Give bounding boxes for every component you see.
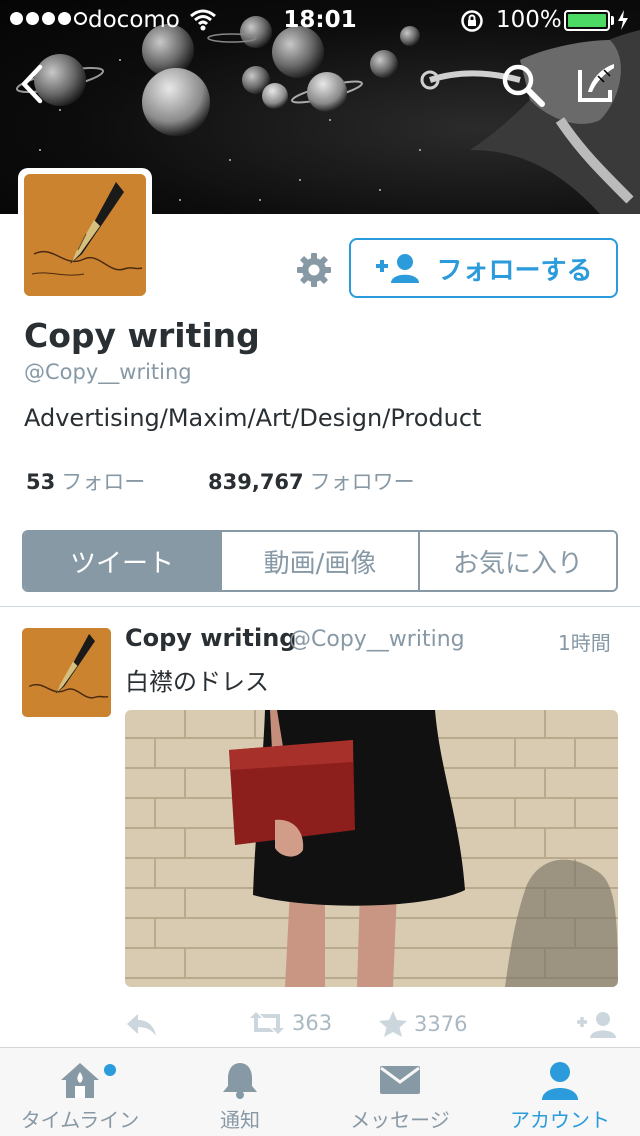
tabbar-timeline-label: タイムライン [20, 1108, 140, 1132]
tweet-timestamp: 1時間 [558, 631, 611, 655]
tweet-author-handle: @Copy__writing [289, 627, 465, 652]
following-count: 53 [26, 470, 56, 494]
profile-avatar[interactable] [18, 168, 152, 302]
battery-percent: 100% [496, 7, 562, 33]
favorite-button[interactable]: 3376 [378, 1010, 467, 1038]
tabbar-notifications-label: 通知 [220, 1108, 260, 1132]
tab-tweets[interactable]: ツイート [24, 532, 222, 590]
profile-name: Copy writing [24, 316, 260, 355]
add-user-icon [577, 1012, 616, 1038]
profile-tabs: ツイート 動画/画像 お気に入り [22, 530, 618, 592]
tabbar-timeline[interactable]: タイムライン [0, 1048, 160, 1136]
tweet-author-name[interactable]: Copy writing [125, 624, 296, 652]
star-icon [379, 1011, 407, 1037]
bell-icon [223, 1063, 257, 1099]
follow-author-button[interactable] [576, 1010, 618, 1038]
person-icon [542, 1062, 578, 1100]
compose-icon[interactable] [574, 60, 620, 106]
notification-dot [104, 1064, 116, 1076]
tweet-actions: 363 3376 [0, 1010, 640, 1044]
following-label: フォロー [61, 470, 146, 494]
search-icon[interactable] [500, 62, 546, 108]
tweet-text: 白襟のドレス [125, 668, 269, 696]
tabbar-messages[interactable]: メッセージ [320, 1048, 480, 1136]
followers-count: 839,767 [208, 470, 304, 494]
status-bar: docomo 18:01 100% [0, 0, 640, 40]
home-icon [61, 1063, 99, 1098]
following-stat[interactable]: 53 フォロー [26, 466, 145, 496]
envelope-icon [380, 1066, 420, 1094]
tweet-photo[interactable] [125, 710, 618, 987]
avatar-image [22, 628, 111, 717]
favorite-count: 3376 [414, 1012, 468, 1036]
profile-handle: @Copy__writing [24, 360, 192, 384]
tab-media[interactable]: 動画/画像 [222, 532, 420, 590]
add-user-icon [376, 254, 420, 283]
tabbar-notifications[interactable]: 通知 [160, 1048, 320, 1136]
divider [0, 606, 640, 607]
follow-button[interactable]: フォローする [349, 238, 618, 298]
gear-icon[interactable] [294, 250, 334, 290]
battery-icon [564, 10, 610, 31]
back-icon[interactable] [18, 64, 44, 104]
rotation-lock-icon [461, 10, 483, 32]
reply-button[interactable] [124, 1010, 158, 1038]
tab-favorites[interactable]: お気に入り [420, 532, 616, 590]
charging-icon [618, 10, 628, 30]
retweet-icon [250, 1012, 284, 1034]
tabbar-account-label: アカウント [510, 1108, 610, 1132]
followers-label: フォロワー [309, 470, 415, 494]
tweet-avatar[interactable] [22, 628, 111, 717]
dress-photo [125, 710, 618, 987]
bottom-tab-bar: タイムライン 通知 メッセージ アカウント [0, 1047, 640, 1136]
reply-icon [127, 1014, 156, 1036]
tabbar-account[interactable]: アカウント [480, 1048, 640, 1136]
tabbar-messages-label: メッセージ [350, 1108, 450, 1132]
retweet-button[interactable]: 363 [248, 1010, 332, 1036]
follow-button-label: フォローする [436, 255, 593, 286]
retweet-count: 363 [292, 1011, 333, 1035]
followers-stat[interactable]: 839,767 フォロワー [208, 466, 415, 496]
avatar-image [24, 174, 146, 296]
profile-bio: Advertising/Maxim/Art/Design/Product [24, 404, 482, 432]
